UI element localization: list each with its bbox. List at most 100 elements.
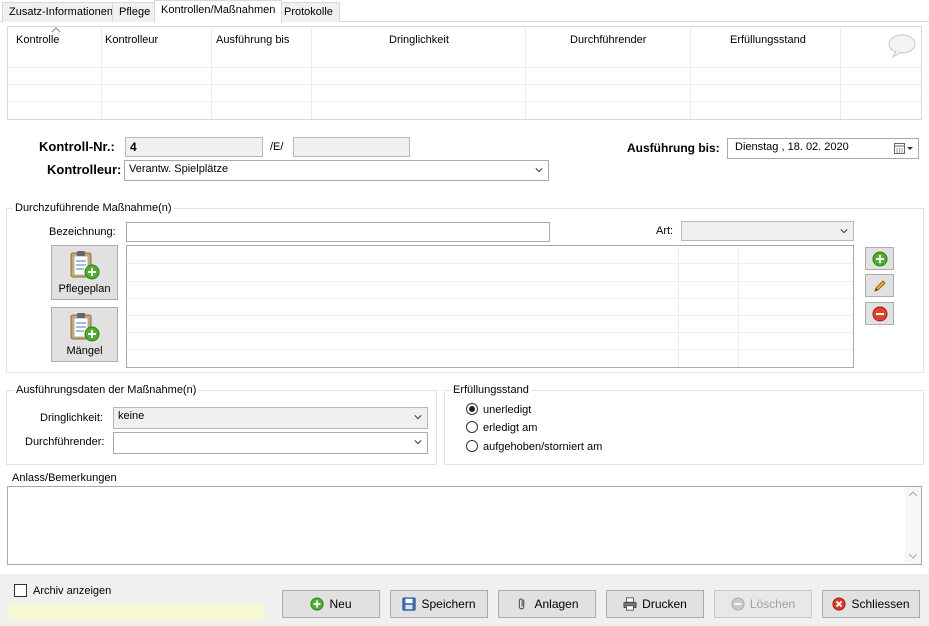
anlagen-button-label: Anlagen bbox=[534, 597, 579, 611]
tab-protokolle[interactable]: Protokolle bbox=[277, 2, 340, 22]
pencil-icon bbox=[874, 280, 886, 292]
column-header-dringlichkeit[interactable]: Dringlichkeit bbox=[389, 27, 449, 55]
radio-erledigt-am[interactable] bbox=[466, 421, 478, 433]
tab-label: Pflege bbox=[119, 6, 151, 18]
scroll-down-icon[interactable] bbox=[909, 553, 917, 559]
close-circle-icon bbox=[832, 597, 847, 611]
radio-label-unerledigt: unerledigt bbox=[483, 404, 532, 416]
edit-massnahme-button[interactable] bbox=[865, 274, 894, 297]
date-day: Dienstag bbox=[735, 141, 779, 153]
ausfuehrungsdaten-group-title: Ausführungsdaten der Maßnahme(n) bbox=[14, 384, 199, 396]
ausfuehrung-bis-datepicker[interactable]: Dienstag , 18. 02. 2020 bbox=[727, 138, 919, 159]
drucken-button-label: Drucken bbox=[642, 597, 687, 611]
column-header-durchfuehrender[interactable]: Durchführender bbox=[570, 27, 646, 55]
minus-circle-icon bbox=[731, 597, 745, 611]
pflegeplan-button-label: Pflegeplan bbox=[58, 283, 111, 295]
plus-circle-icon bbox=[872, 251, 888, 267]
e-separator-label: /E/ bbox=[270, 141, 284, 153]
anlass-scrollbar[interactable] bbox=[905, 487, 921, 564]
sort-ascending-icon bbox=[51, 27, 61, 33]
schliessen-button-label: Schliessen bbox=[851, 597, 910, 611]
clipboard-add-icon bbox=[70, 313, 100, 342]
column-header-erfuellungsstand[interactable]: Erfüllungsstand bbox=[730, 27, 806, 55]
column-label: Ausführung bis bbox=[216, 34, 290, 46]
maengel-button-label: Mängel bbox=[66, 345, 103, 357]
kontroll-nr-field[interactable]: 4 bbox=[125, 137, 263, 157]
column-label: Kontrolleur bbox=[105, 34, 159, 46]
add-massnahme-button[interactable] bbox=[865, 247, 894, 270]
durchfuehrender-select[interactable] bbox=[113, 432, 428, 454]
radio-aufgehoben-storniert-am[interactable] bbox=[466, 440, 478, 452]
schliessen-button[interactable]: Schliessen bbox=[822, 590, 920, 618]
erfuellungsstand-group-title: Erfüllungsstand bbox=[451, 384, 531, 396]
speichern-button-label: Speichern bbox=[421, 597, 476, 611]
radio-unerledigt[interactable] bbox=[466, 403, 478, 415]
list-row-line bbox=[127, 298, 853, 299]
tab-zusatz-informationen[interactable]: Zusatz-Informationen bbox=[2, 2, 120, 22]
durchfuehrender-label: Durchführender: bbox=[25, 436, 105, 448]
plus-circle-icon bbox=[310, 597, 325, 611]
dringlichkeit-value: keine bbox=[118, 410, 145, 422]
grid-divider bbox=[101, 27, 102, 119]
column-label: Kontrolle bbox=[16, 34, 60, 46]
chevron-down-icon bbox=[414, 440, 422, 445]
tab-label: Zusatz-Informationen bbox=[9, 6, 113, 18]
grid-divider bbox=[690, 27, 691, 119]
column-label: Durchführender bbox=[570, 34, 647, 46]
column-label: Erfüllungsstand bbox=[730, 34, 806, 46]
column-header-ausfuehrung-bis[interactable]: Ausführung bis bbox=[216, 27, 289, 55]
status-panel bbox=[8, 603, 265, 621]
tab-bar: Zusatz-Informationen Pflege Kontrollen/M… bbox=[0, 0, 929, 23]
list-row-line bbox=[127, 349, 853, 350]
drucken-button[interactable]: Drucken bbox=[606, 590, 704, 618]
kontrolleur-value: Verantw. Spielplätze bbox=[129, 163, 229, 175]
neu-button[interactable]: Neu bbox=[282, 590, 380, 618]
kontrolleur-select[interactable]: Verantw. Spielplätze bbox=[124, 160, 549, 181]
archiv-checkbox[interactable] bbox=[14, 584, 27, 597]
grid-divider bbox=[311, 27, 312, 119]
kontrollen-grid[interactable]: Kontrolle Kontrolleur Ausführung bis Dri… bbox=[7, 26, 922, 120]
radio-label-erledigt-am: erledigt am bbox=[483, 422, 538, 434]
save-disk-icon bbox=[402, 597, 417, 611]
comment-bubble-icon[interactable] bbox=[887, 33, 917, 59]
date-value: , 18. 02. 2020 bbox=[781, 141, 849, 153]
tab-pflege[interactable]: Pflege bbox=[112, 2, 158, 22]
loeschen-button[interactable]: Löschen bbox=[714, 590, 812, 618]
art-label: Art: bbox=[656, 225, 674, 237]
grid-row-line bbox=[8, 101, 921, 102]
clipboard-add-icon bbox=[70, 251, 100, 280]
list-row-line bbox=[127, 332, 853, 333]
grid-row-line bbox=[8, 67, 921, 68]
e-number-field[interactable] bbox=[293, 137, 410, 157]
scroll-up-icon[interactable] bbox=[909, 491, 917, 497]
kontroll-nr-label: Kontroll-Nr.: bbox=[39, 139, 115, 154]
archiv-label: Archiv anzeigen bbox=[33, 585, 112, 597]
chevron-down-icon bbox=[535, 168, 543, 173]
pflegeplan-button[interactable]: Pflegeplan bbox=[51, 245, 118, 300]
anlass-textarea[interactable] bbox=[7, 486, 922, 565]
delete-massnahme-button[interactable] bbox=[865, 302, 894, 325]
list-row-line bbox=[127, 281, 853, 282]
list-row-line bbox=[127, 315, 853, 316]
maengel-button[interactable]: Mängel bbox=[51, 307, 118, 362]
bezeichnung-label: Bezeichnung: bbox=[49, 226, 116, 238]
grid-divider bbox=[525, 27, 526, 119]
speichern-button[interactable]: Speichern bbox=[390, 590, 488, 618]
calendar-icon[interactable] bbox=[894, 143, 914, 154]
ausfuehrung-bis-label: Ausführung bis: bbox=[627, 141, 720, 155]
kontrolleur-label: Kontrolleur: bbox=[47, 162, 122, 177]
radio-label-aufgehoben: aufgehoben/storniert am bbox=[483, 441, 603, 453]
grid-row-line bbox=[8, 84, 921, 85]
minus-circle-icon bbox=[872, 306, 888, 322]
tab-label: Kontrollen/Maßnahmen bbox=[161, 4, 276, 16]
massnahme-group-title: Durchzuführende Maßnahme(n) bbox=[13, 202, 174, 214]
grid-divider bbox=[840, 27, 841, 119]
bezeichnung-field[interactable] bbox=[126, 222, 550, 242]
paperclip-icon bbox=[519, 598, 525, 610]
column-header-kontrolleur[interactable]: Kontrolleur bbox=[105, 27, 158, 55]
anlagen-button[interactable]: Anlagen bbox=[498, 590, 596, 618]
tab-kontrollen-massnahmen[interactable]: Kontrollen/Maßnahmen bbox=[154, 0, 283, 23]
art-select[interactable] bbox=[681, 221, 854, 241]
massnahmen-list[interactable] bbox=[126, 245, 854, 368]
dringlichkeit-select[interactable]: keine bbox=[113, 407, 428, 429]
